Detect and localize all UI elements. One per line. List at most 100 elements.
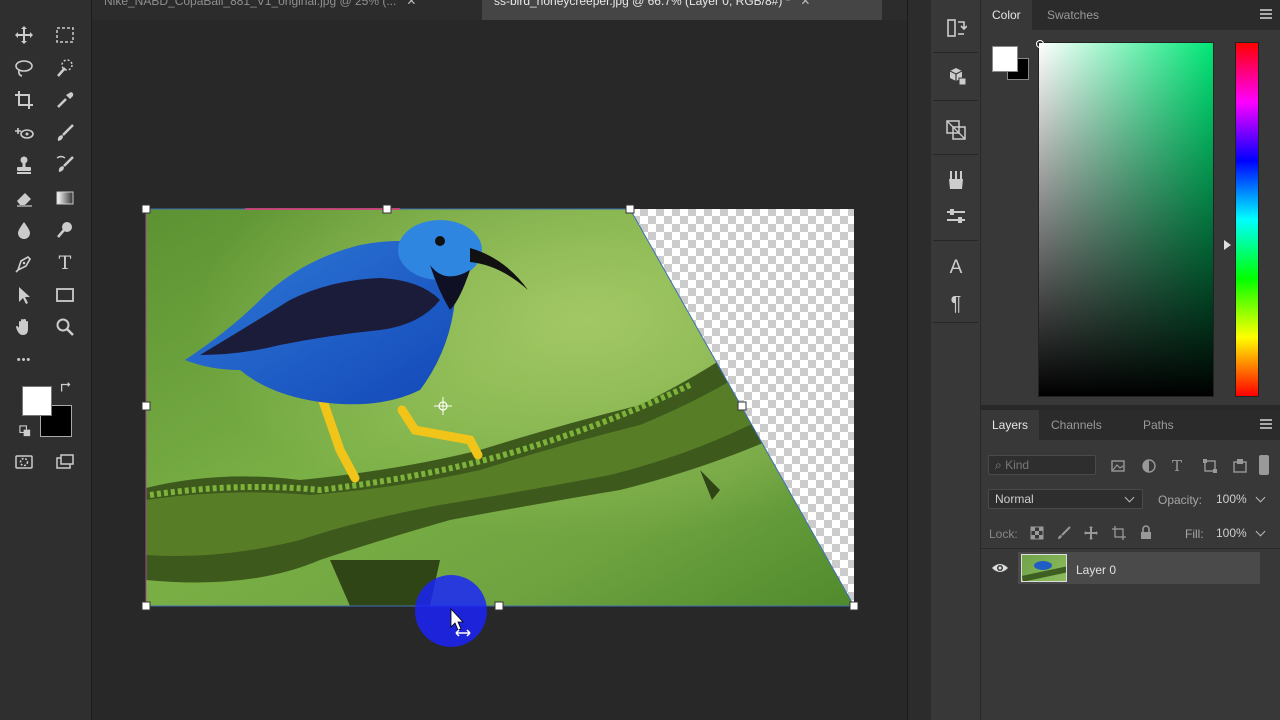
blur-tool-icon[interactable] [10, 217, 38, 243]
type-tool-icon[interactable]: T [51, 250, 79, 276]
3d-panel-icon[interactable] [941, 62, 971, 90]
layers-panel-tabs: Layers Channels Paths [981, 410, 1280, 440]
filter-pixel-icon[interactable] [1110, 458, 1126, 477]
gradient-tool-icon[interactable] [51, 185, 79, 211]
transform-handle[interactable] [141, 401, 151, 411]
marquee-tool-icon[interactable] [51, 22, 79, 48]
fill-value: 100% [1216, 526, 1247, 540]
saturation-brightness-field[interactable] [1038, 42, 1214, 397]
document-canvas[interactable] [92, 20, 907, 720]
tab-label: Color [992, 8, 1021, 22]
history-brush-tool-icon[interactable] [51, 152, 79, 178]
canvas-artwork [141, 204, 859, 647]
panel-dock-icons [931, 0, 980, 720]
chevron-down-icon [1255, 526, 1266, 537]
tab-color[interactable]: Color [981, 0, 1032, 30]
clone-source-panel-icon[interactable] [941, 116, 971, 144]
eyedropper-tool-icon[interactable] [51, 87, 79, 113]
tab-label: Nike_NABD_CopaBall_881_V1_original.jpg @… [104, 0, 397, 8]
transform-handle[interactable] [494, 601, 504, 611]
blend-mode-select[interactable]: Normal [988, 489, 1143, 509]
lock-image-pixels-icon[interactable] [1057, 526, 1071, 543]
spot-healing-tool-icon[interactable] [10, 120, 38, 146]
tab-swatches[interactable]: Swatches [1036, 0, 1110, 30]
layer-filter-kind[interactable]: ⌕ Kind [988, 455, 1096, 475]
layers-panel: Layers Channels Paths ⌕ Kind T Normal Op… [981, 410, 1280, 720]
transform-handle[interactable] [625, 204, 635, 214]
dodge-tool-icon[interactable] [51, 217, 79, 243]
rectangle-tool-icon[interactable] [51, 282, 79, 308]
color-panel-tabs: Color Swatches [981, 0, 1280, 30]
lock-position-icon[interactable] [1084, 526, 1098, 543]
paragraph-panel-icon[interactable]: ¶ [941, 290, 971, 318]
filter-adjustment-icon[interactable] [1141, 458, 1157, 477]
photoshop-window: T ••• Nike_NABD_CopaBall_881_V1_original… [0, 0, 1280, 720]
history-panel-icon[interactable] [941, 14, 971, 42]
chevron-down-icon [1124, 492, 1135, 503]
lock-label: Lock: [989, 527, 1018, 541]
panel-menu-icon[interactable] [1260, 419, 1272, 431]
type-tool-glyph: T [58, 252, 72, 274]
document-tab-bar: Nike_NABD_CopaBall_881_V1_original.jpg @… [92, 0, 907, 20]
pen-tool-icon[interactable] [10, 250, 38, 276]
eraser-tool-icon[interactable] [10, 185, 38, 211]
tab-paths[interactable]: Paths [1132, 410, 1185, 440]
foreground-color-swatch[interactable] [22, 386, 52, 416]
zoom-tool-icon[interactable] [51, 314, 79, 340]
lock-transparent-pixels-icon[interactable] [1030, 526, 1044, 543]
blend-mode-value: Normal [995, 492, 1034, 506]
tab-label: Layers [992, 418, 1029, 432]
lock-artboard-icon[interactable] [1112, 526, 1126, 543]
tab-label: ss-bird_honeycreeper.jpg @ 66.7% (Layer … [494, 0, 791, 8]
transform-handle[interactable] [141, 204, 151, 214]
screen-mode-icon[interactable] [51, 449, 79, 475]
fill-field[interactable]: 100% [1209, 523, 1271, 543]
move-tool-icon[interactable] [10, 22, 38, 48]
kind-placeholder: Kind [1005, 458, 1030, 472]
quick-mask-icon[interactable] [10, 449, 38, 475]
opacity-label: Opacity: [1158, 493, 1203, 507]
chevron-down-icon [1255, 492, 1266, 503]
character-panel-icon[interactable]: A [941, 254, 971, 282]
tab-nike-document[interactable]: Nike_NABD_CopaBall_881_V1_original.jpg @… [92, 0, 482, 15]
layer-thumbnail [1021, 554, 1067, 582]
swap-colors-icon[interactable] [56, 378, 76, 398]
default-colors-icon[interactable] [16, 422, 34, 440]
brush-settings-panel-icon[interactable] [941, 166, 971, 194]
opacity-field[interactable]: 100% [1209, 489, 1271, 509]
tab-channels[interactable]: Channels [1040, 410, 1113, 440]
clone-stamp-tool-icon[interactable] [10, 152, 38, 178]
crop-tool-icon[interactable] [10, 87, 38, 113]
filter-shape-icon[interactable] [1202, 458, 1218, 477]
filter-type-icon[interactable]: T [1172, 457, 1182, 475]
hue-slider-handle[interactable] [1224, 240, 1231, 250]
close-icon[interactable]: ✕ [800, 0, 810, 8]
search-icon: ⌕ [995, 458, 1002, 472]
lasso-tool-icon[interactable] [10, 55, 38, 81]
brush-tool-icon[interactable] [51, 120, 79, 146]
layer-row[interactable]: Layer 0 [981, 550, 1280, 588]
transform-handle[interactable] [849, 601, 859, 611]
path-selection-tool-icon[interactable] [10, 282, 38, 308]
close-icon[interactable]: ✕ [406, 0, 416, 8]
more-tools-icon[interactable]: ••• [10, 347, 38, 373]
layer-name[interactable]: Layer 0 [1076, 563, 1116, 577]
transform-handle[interactable] [737, 401, 747, 411]
quick-selection-tool-icon[interactable] [51, 55, 79, 81]
tab-bird-document[interactable]: ss-bird_honeycreeper.jpg @ 66.7% (Layer … [482, 0, 882, 20]
panel-menu-icon[interactable] [1260, 9, 1272, 21]
tab-layers[interactable]: Layers [981, 410, 1040, 440]
filter-smart-object-icon[interactable] [1232, 458, 1248, 477]
tab-label: Swatches [1047, 8, 1100, 22]
transform-handle[interactable] [382, 204, 392, 214]
filter-toggle[interactable] [1259, 455, 1269, 475]
lock-all-icon[interactable] [1139, 525, 1153, 543]
transform-handle[interactable] [141, 601, 151, 611]
foreground-color-chip[interactable] [992, 46, 1018, 72]
adjustments-panel-icon[interactable] [941, 202, 971, 230]
color-picker-marker[interactable] [1036, 40, 1044, 48]
hue-slider[interactable] [1235, 42, 1259, 397]
paragraph-glyph: ¶ [950, 292, 962, 315]
hand-tool-icon[interactable] [10, 314, 38, 340]
eye-icon[interactable] [991, 561, 1009, 578]
